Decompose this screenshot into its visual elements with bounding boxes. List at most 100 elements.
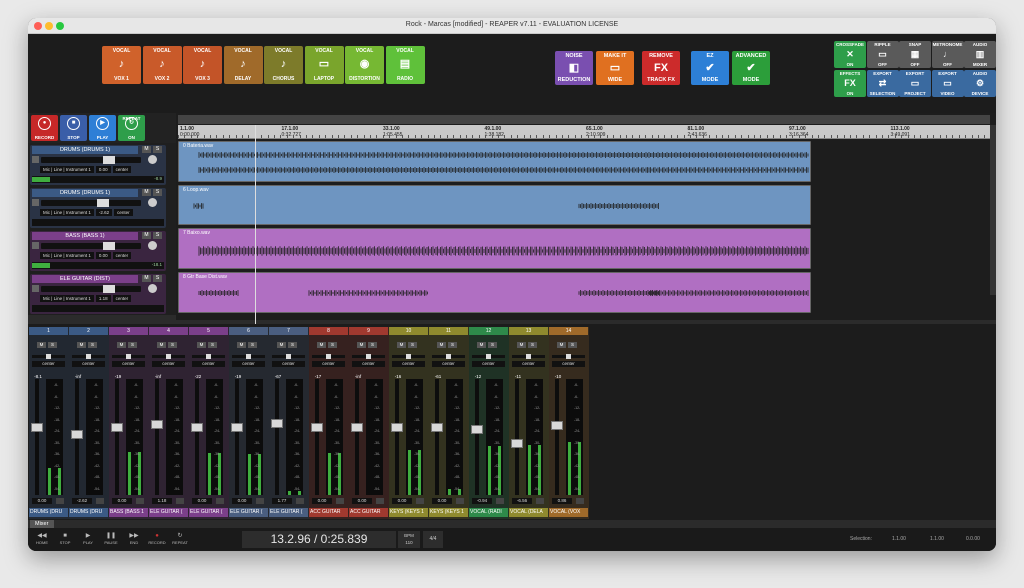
transport-play-button[interactable]: ▶ PLAY bbox=[89, 115, 116, 141]
selection-length[interactable]: 0.0.00 bbox=[966, 536, 980, 542]
vertical-scrollbar[interactable] bbox=[990, 125, 996, 295]
strip-fader-track[interactable] bbox=[71, 379, 83, 495]
strip-fader-knob[interactable] bbox=[31, 423, 43, 432]
selection-end[interactable]: 1.1.00 bbox=[930, 536, 944, 542]
strip-solo-button[interactable]: S bbox=[48, 342, 57, 348]
track-name[interactable]: DRUMS (DRUMS 1) bbox=[32, 146, 138, 154]
strip-name[interactable]: ELE GUITAR ( bbox=[149, 508, 188, 517]
strip-fader-knob[interactable] bbox=[151, 420, 163, 430]
track-volume-fader[interactable] bbox=[41, 156, 141, 164]
strip-solo-button[interactable]: S bbox=[448, 342, 457, 348]
strip-solo-button[interactable]: S bbox=[568, 342, 577, 348]
record-arm-button[interactable] bbox=[32, 199, 39, 206]
track-input[interactable]: Mic | Line | Instrument 1 bbox=[40, 295, 94, 302]
transport-record-button[interactable]: ● RECORD bbox=[31, 115, 58, 141]
strip-pan-value[interactable]: center bbox=[552, 361, 585, 367]
strip-fader-track[interactable] bbox=[151, 379, 163, 495]
strip-name[interactable]: VOCAL (RADI bbox=[469, 508, 508, 517]
option-button-10[interactable]: AUDIO ⚙ DEVICE bbox=[964, 70, 996, 97]
mixer-strip-14[interactable]: 14 M Scenter -10 -6- -6- -12- -18- -24- -30- -36- -… bbox=[549, 327, 589, 519]
track-3[interactable]: BASS (BASS 1) M S Mic | Line | Instrument 1… bbox=[30, 231, 166, 271]
fader-knob[interactable] bbox=[103, 242, 115, 250]
strip-fader-track[interactable] bbox=[231, 379, 243, 495]
arrange-view[interactable]: 1.1.00 0:00.000 17.1.00 0:32.727 33.1.00 1:05… bbox=[176, 113, 996, 338]
strip-fx-button[interactable] bbox=[496, 498, 504, 504]
track-volume[interactable]: 0.00 bbox=[95, 166, 111, 173]
track-input[interactable]: Mic | Line | Instrument 1 bbox=[40, 166, 94, 173]
mixer-strip-4[interactable]: 4 M Scenter -inf -6- -6- -12- -18- -24- -30- -36- -… bbox=[149, 327, 189, 519]
mixer-strip-2[interactable]: 2 M Scenter -inf -6- -6- -12- -18- -24- -30- -36- -… bbox=[69, 327, 109, 519]
track-volume[interactable]: -2.62 bbox=[95, 209, 113, 216]
strip-name[interactable]: ELE GUITAR ( bbox=[189, 508, 228, 517]
bottom-home-button[interactable]: ◀◀ HOME bbox=[32, 532, 52, 548]
strip-fader-knob[interactable] bbox=[111, 423, 123, 432]
mixer-strip-6[interactable]: 6 M Scenter -19 -6- -6- -12- -18- -24- -30- -36- -4… bbox=[229, 327, 269, 519]
strip-solo-button[interactable]: S bbox=[248, 342, 257, 348]
strip-mute-button[interactable]: M bbox=[117, 342, 126, 348]
strip-volume-value[interactable]: -0.94 bbox=[472, 498, 492, 504]
strip-pan-slider[interactable] bbox=[32, 354, 65, 359]
track-pan[interactable]: center bbox=[112, 252, 132, 259]
bottom-pause-button[interactable]: ❚❚ PAUSE bbox=[101, 532, 121, 548]
pan-knob[interactable] bbox=[326, 354, 331, 359]
vocal-button-6[interactable]: VOCAL ▭ LAPTOP bbox=[304, 46, 344, 84]
strip-pan-slider[interactable] bbox=[472, 354, 505, 359]
media-item[interactable]: 6 Loop.wav bbox=[178, 185, 811, 225]
mixer-strip-3[interactable]: 3 M Scenter -19 -6- -6- -12- -18- -24- -30- -36- -4… bbox=[109, 327, 149, 519]
fader-knob[interactable] bbox=[103, 285, 115, 293]
strip-fx-button[interactable] bbox=[536, 498, 544, 504]
strip-volume-value[interactable]: 1.18 bbox=[152, 498, 172, 504]
strip-fx-button[interactable] bbox=[336, 498, 344, 504]
track-pan[interactable]: center bbox=[114, 209, 133, 216]
strip-name[interactable]: ACC GUITAR bbox=[349, 508, 388, 517]
strip-pan-slider[interactable] bbox=[72, 354, 105, 359]
strip-name[interactable]: ELE GUITAR ( bbox=[269, 508, 308, 517]
strip-mute-button[interactable]: M bbox=[477, 342, 486, 348]
strip-volume-value[interactable]: -2.62 bbox=[72, 498, 92, 504]
strip-name[interactable]: DRUMS (DRU bbox=[29, 508, 68, 517]
transport-on-button[interactable]: REPEAT ↻ ON bbox=[118, 115, 145, 141]
fx-button-3[interactable]: REMOVE FX TRACK FX bbox=[642, 51, 680, 85]
mixer-strip-9[interactable]: 9 M Scenter -inf -6- -6- -12- -18- -24- -30- -36- -… bbox=[349, 327, 389, 519]
pan-knob[interactable] bbox=[246, 354, 251, 359]
strip-volume-value[interactable]: 0.00 bbox=[432, 498, 452, 504]
strip-fader-knob[interactable] bbox=[471, 425, 483, 435]
mixer-strip-10[interactable]: 10 M Scenter -16 -6- -6- -12- -18- -24- -30- -36- -… bbox=[389, 327, 429, 519]
fx-button-1[interactable]: NOISE ◧ REDUCTION bbox=[555, 51, 593, 85]
fx-button-2[interactable]: MAKE IT ▭ WIDE bbox=[596, 51, 634, 85]
mute-button[interactable]: M bbox=[142, 275, 151, 282]
media-item[interactable]: 7 Baixo.wav bbox=[178, 228, 811, 269]
record-arm-button[interactable] bbox=[32, 156, 39, 163]
pan-knob[interactable] bbox=[206, 354, 211, 359]
strip-pan-value[interactable]: center bbox=[112, 361, 145, 367]
strip-fader-track[interactable] bbox=[271, 379, 283, 495]
strip-fx-button[interactable] bbox=[96, 498, 104, 504]
strip-volume-value[interactable]: 0.00 bbox=[192, 498, 212, 504]
strip-pan-value[interactable]: center bbox=[512, 361, 545, 367]
strip-mute-button[interactable]: M bbox=[437, 342, 446, 348]
strip-fader-knob[interactable] bbox=[271, 418, 283, 428]
track-input[interactable]: Mic | Line | Instrument 1 bbox=[40, 209, 94, 216]
strip-fx-button[interactable] bbox=[256, 498, 264, 504]
strip-pan-slider[interactable] bbox=[432, 354, 465, 359]
vocal-button-7[interactable]: VOCAL ◉ DISTORTION bbox=[345, 46, 384, 84]
mute-button[interactable]: M bbox=[142, 232, 151, 239]
mixer-strip-12[interactable]: 12 M Scenter -12 -6- -6- -12- -18- -24- -30- -36- -… bbox=[469, 327, 509, 519]
pan-knob[interactable] bbox=[86, 354, 91, 359]
pan-knob[interactable] bbox=[126, 354, 131, 359]
strip-volume-value[interactable]: 0.00 bbox=[32, 498, 52, 504]
strip-fader-knob[interactable] bbox=[231, 423, 243, 432]
strip-mute-button[interactable]: M bbox=[237, 342, 246, 348]
transport-stop-button[interactable]: ■ STOP bbox=[60, 115, 87, 141]
option-button-3[interactable]: SNAP ▦ OFF bbox=[899, 41, 931, 68]
strip-pan-value[interactable]: center bbox=[152, 361, 185, 367]
strip-fader-knob[interactable] bbox=[431, 423, 443, 432]
strip-fx-button[interactable] bbox=[176, 498, 184, 504]
strip-solo-button[interactable]: S bbox=[528, 342, 537, 348]
vocal-button-1[interactable]: VOCAL ♪ VOX 1 bbox=[102, 46, 141, 84]
strip-pan-slider[interactable] bbox=[392, 354, 425, 359]
strip-fader-knob[interactable] bbox=[391, 423, 403, 432]
mixer-strip-13[interactable]: 13 M Scenter -11 -6- -6- -12- -18- -24- -30- -36- -… bbox=[509, 327, 549, 519]
mute-button[interactable]: M bbox=[142, 189, 151, 196]
option-button-7[interactable]: EXPORT ⇄ SELECTION bbox=[866, 70, 899, 97]
